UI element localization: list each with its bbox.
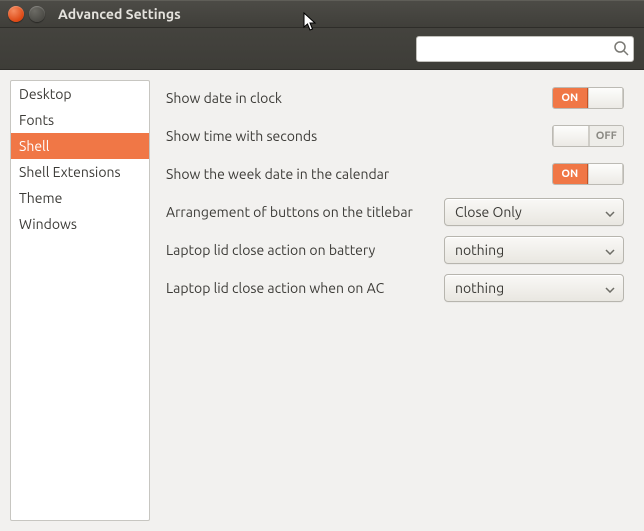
sidebar-item-shell-extensions[interactable]: Shell Extensions	[11, 159, 149, 185]
sidebar: Desktop Fonts Shell Shell Extensions Theme Wi…	[10, 80, 150, 521]
setting-label: Laptop lid close action on battery	[166, 242, 375, 258]
search-field[interactable]	[416, 36, 634, 62]
sidebar-item-label: Windows	[19, 216, 77, 232]
titlebar: Advanced Settings	[0, 0, 644, 28]
setting-row: Laptop lid close action on battery nothin…	[166, 236, 624, 264]
setting-label: Show time with seconds	[166, 128, 317, 144]
setting-row: Show time with seconds OFF	[166, 122, 624, 150]
sidebar-item-label: Theme	[19, 190, 62, 206]
toggle-knob	[588, 88, 624, 108]
sidebar-item-shell[interactable]: Shell	[11, 133, 149, 159]
sidebar-item-label: Desktop	[19, 86, 72, 102]
window: Advanced Settings Desktop Fonts Shell Shell…	[0, 0, 644, 531]
dropdown-value: Close Only	[455, 204, 522, 220]
chevron-down-icon	[605, 242, 615, 258]
dropdown-value: nothing	[455, 280, 504, 296]
setting-label: Laptop lid close action when on AC	[166, 280, 384, 296]
toggle-knob	[553, 126, 589, 146]
body: Desktop Fonts Shell Shell Extensions Theme Wi…	[0, 70, 644, 531]
toggle-switch[interactable]: ON	[552, 87, 624, 109]
sidebar-item-theme[interactable]: Theme	[11, 185, 149, 211]
sidebar-item-desktop[interactable]: Desktop	[11, 81, 149, 107]
setting-label: Arrangement of buttons on the titlebar	[166, 204, 413, 220]
sidebar-item-windows[interactable]: Windows	[11, 211, 149, 237]
dropdown[interactable]: Close Only	[444, 198, 624, 226]
dropdown[interactable]: nothing	[444, 274, 624, 302]
setting-label: Show the week date in the calendar	[166, 166, 389, 182]
content-panel: Show date in clock ON Show time with secon…	[160, 80, 634, 521]
chevron-down-icon	[605, 280, 615, 296]
chevron-down-icon	[605, 204, 615, 220]
sidebar-item-fonts[interactable]: Fonts	[11, 107, 149, 133]
search-input[interactable]	[416, 36, 634, 62]
setting-row: Show date in clock ON	[166, 84, 624, 112]
dropdown[interactable]: nothing	[444, 236, 624, 264]
setting-row: Laptop lid close action when on AC nothin…	[166, 274, 624, 302]
toggle-switch[interactable]: ON	[552, 163, 624, 185]
setting-row: Arrangement of buttons on the titlebar Cl…	[166, 198, 624, 226]
toggle-knob	[588, 164, 624, 184]
toggle-state-label: ON	[553, 88, 588, 108]
minimize-icon[interactable]	[29, 6, 45, 22]
sidebar-item-label: Fonts	[19, 112, 54, 128]
sidebar-item-label: Shell	[19, 138, 49, 154]
sidebar-item-label: Shell Extensions	[19, 164, 121, 180]
setting-label: Show date in clock	[166, 90, 282, 106]
window-title: Advanced Settings	[58, 6, 181, 22]
toggle-switch[interactable]: OFF	[552, 125, 624, 147]
setting-row: Show the week date in the calendar ON	[166, 160, 624, 188]
toggle-state-label: ON	[553, 164, 588, 184]
close-icon[interactable]	[8, 6, 24, 22]
toolbar	[0, 28, 644, 70]
toggle-state-label: OFF	[589, 126, 624, 146]
dropdown-value: nothing	[455, 242, 504, 258]
